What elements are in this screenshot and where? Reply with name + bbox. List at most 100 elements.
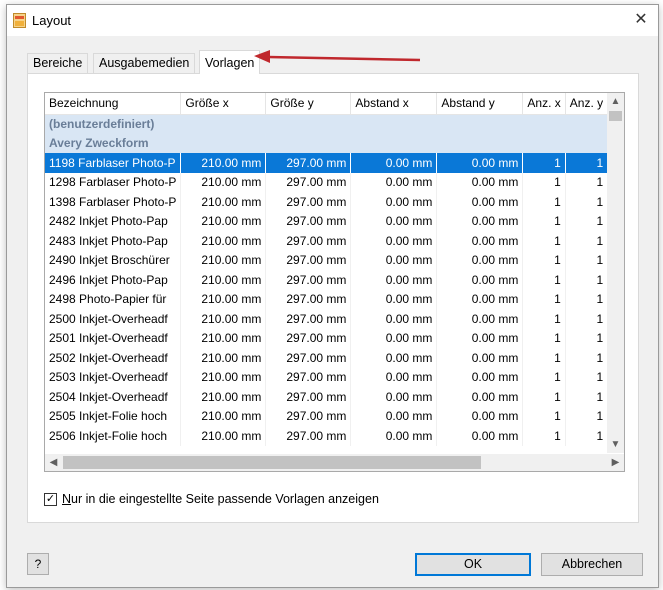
cell-bezeichnung: 1198 Farblaser Photo-P: [45, 153, 182, 173]
layout-dialog: Layout ✕ Bereiche Ausgabemedien Vorlagen…: [6, 4, 659, 588]
cell-anz-y: 1: [565, 328, 609, 348]
table-row[interactable]: 2503 Inkjet-Overheadf 210.00 mm 297.00 mm 0…: [45, 367, 609, 387]
cell-bezeichnung: 2505 Inkjet-Folie hoch: [45, 406, 182, 426]
cell-anz-y: 1: [565, 309, 609, 329]
cell-anz-x: 1: [522, 367, 566, 387]
cell-abstand-y: 0.00 mm: [436, 328, 524, 348]
cell-anz-y: 1: [565, 270, 609, 290]
fit-templates-checkbox[interactable]: ✓: [44, 493, 57, 506]
cell-abstand-y: 0.00 mm: [436, 211, 524, 231]
cell-bezeichnung: 2503 Inkjet-Overheadf: [45, 367, 182, 387]
table-row[interactable]: 2500 Inkjet-Overheadf 210.00 mm 297.00 mm 0…: [45, 309, 609, 329]
cell-bezeichnung: 2500 Inkjet-Overheadf: [45, 309, 182, 329]
cell-anz-y: 1: [565, 367, 609, 387]
help-button[interactable]: ?: [27, 553, 49, 575]
cell-anz-x: 1: [522, 309, 566, 329]
cell-abstand-x: 0.00 mm: [350, 192, 438, 212]
vertical-scrollbar[interactable]: ▲ ▼: [607, 93, 624, 453]
cell-bezeichnung: 2502 Inkjet-Overheadf: [45, 348, 182, 368]
templates-table[interactable]: Bezeichnung Größe x Größe y Abstand x Ab…: [44, 92, 625, 472]
col-header-bezeichnung[interactable]: Bezeichnung: [45, 93, 182, 115]
cell-groesse-y: 297.00 mm: [265, 289, 352, 309]
cell-abstand-x: 0.00 mm: [350, 309, 438, 329]
scroll-right-icon[interactable]: ▶: [607, 454, 624, 471]
cell-anz-y: 1: [565, 387, 609, 407]
cell-groesse-y: 297.00 mm: [265, 231, 352, 251]
close-icon[interactable]: ✕: [630, 9, 652, 31]
cell-abstand-y: 0.00 mm: [436, 348, 524, 368]
cell-abstand-y: 0.00 mm: [436, 270, 524, 290]
cell-anz-y: 1: [565, 153, 609, 173]
col-header-anz-y[interactable]: Anz. y: [565, 93, 609, 115]
cell-groesse-y: 297.00 mm: [265, 309, 352, 329]
table-row[interactable]: 2496 Inkjet Photo-Pap 210.00 mm 297.00 mm 0…: [45, 270, 609, 290]
cell-anz-x: 1: [522, 348, 566, 368]
cell-bezeichnung: 2496 Inkjet Photo-Pap: [45, 270, 182, 290]
cell-anz-x: 1: [522, 328, 566, 348]
cell-abstand-y: 0.00 mm: [436, 387, 524, 407]
horizontal-scrollbar[interactable]: ◀ ▶: [45, 454, 624, 471]
cell-groesse-x: 210.00 mm: [180, 211, 267, 231]
vertical-scroll-thumb[interactable]: [609, 111, 622, 121]
cell-groesse-x: 210.00 mm: [180, 309, 267, 329]
cancel-button[interactable]: Abbrechen: [541, 553, 643, 576]
cell-bezeichnung: 1298 Farblaser Photo-P: [45, 172, 182, 192]
cell-anz-y: 1: [565, 250, 609, 270]
cell-anz-y: 1: [565, 211, 609, 231]
cell-abstand-y: 0.00 mm: [436, 367, 524, 387]
cell-groesse-x: 210.00 mm: [180, 289, 267, 309]
col-header-groesse-x[interactable]: Größe x: [180, 93, 267, 115]
cell-bezeichnung: 1398 Farblaser Photo-P: [45, 192, 182, 212]
cell-groesse-y: 297.00 mm: [265, 211, 352, 231]
cell-groesse-x: 210.00 mm: [180, 172, 267, 192]
table-row[interactable]: 1398 Farblaser Photo-P 210.00 mm 297.00 mm…: [45, 192, 609, 212]
col-header-abstand-y[interactable]: Abstand y: [436, 93, 524, 115]
cell-groesse-x: 210.00 mm: [180, 426, 267, 446]
group-row[interactable]: Avery Zweckform: [45, 133, 609, 153]
table-header: Bezeichnung Größe x Größe y Abstand x Ab…: [45, 93, 609, 115]
cell-anz-x: 1: [522, 192, 566, 212]
col-header-anz-x[interactable]: Anz. x: [522, 93, 566, 115]
group-row[interactable]: (benutzerdefiniert): [45, 114, 609, 134]
tab-ausgabemedien[interactable]: Ausgabemedien: [93, 53, 196, 74]
cell-groesse-y: 297.00 mm: [265, 387, 352, 407]
cell-bezeichnung: 2506 Inkjet-Folie hoch: [45, 426, 182, 446]
fit-templates-label[interactable]: Nur in die eingestellte Seite passende V…: [62, 492, 379, 506]
cell-groesse-x: 210.00 mm: [180, 153, 267, 173]
table-row[interactable]: 1298 Farblaser Photo-P 210.00 mm 297.00 mm…: [45, 172, 609, 192]
title-bar: Layout ✕: [7, 5, 658, 36]
cell-anz-x: 1: [522, 231, 566, 251]
table-row[interactable]: 2502 Inkjet-Overheadf 210.00 mm 297.00 mm 0…: [45, 348, 609, 368]
table-row[interactable]: 2504 Inkjet-Overheadf 210.00 mm 297.00 mm 0…: [45, 387, 609, 407]
scroll-up-icon[interactable]: ▲: [607, 93, 624, 110]
col-header-groesse-y[interactable]: Größe y: [265, 93, 352, 115]
table-row[interactable]: 2482 Inkjet Photo-Pap 210.00 mm 297.00 mm 0…: [45, 211, 609, 231]
table-row[interactable]: 2483 Inkjet Photo-Pap 210.00 mm 297.00 mm 0…: [45, 231, 609, 251]
cell-anz-x: 1: [522, 250, 566, 270]
cell-groesse-y: 297.00 mm: [265, 192, 352, 212]
table-row[interactable]: 2490 Inkjet Broschürer 210.00 mm 297.00 mm…: [45, 250, 609, 270]
cell-bezeichnung: 2490 Inkjet Broschürer: [45, 250, 182, 270]
tab-vorlagen[interactable]: Vorlagen: [199, 50, 261, 74]
cell-abstand-x: 0.00 mm: [350, 289, 438, 309]
table-row[interactable]: 2501 Inkjet-Overheadf 210.00 mm 297.00 mm 0…: [45, 328, 609, 348]
horizontal-scroll-thumb[interactable]: [63, 456, 481, 469]
table-row[interactable]: 2498 Photo-Papier für 210.00 mm 297.00 mm 0…: [45, 289, 609, 309]
table-row[interactable]: 1198 Farblaser Photo-P 210.00 mm 297.00 mm…: [45, 153, 609, 173]
scroll-down-icon[interactable]: ▼: [607, 436, 624, 453]
table-row[interactable]: 2506 Inkjet-Folie hoch 210.00 mm 297.00 mm…: [45, 426, 609, 446]
tab-bereiche[interactable]: Bereiche: [27, 53, 89, 74]
col-header-abstand-x[interactable]: Abstand x: [350, 93, 438, 115]
cell-abstand-x: 0.00 mm: [350, 426, 438, 446]
cell-abstand-x: 0.00 mm: [350, 270, 438, 290]
cell-groesse-y: 297.00 mm: [265, 426, 352, 446]
cell-groesse-x: 210.00 mm: [180, 270, 267, 290]
cell-abstand-y: 0.00 mm: [436, 289, 524, 309]
cell-anz-x: 1: [522, 406, 566, 426]
group-label: Avery Zweckform: [45, 133, 609, 153]
scroll-left-icon[interactable]: ◀: [45, 454, 62, 471]
cell-anz-x: 1: [522, 289, 566, 309]
table-row[interactable]: 2505 Inkjet-Folie hoch 210.00 mm 297.00 mm…: [45, 406, 609, 426]
cell-abstand-x: 0.00 mm: [350, 406, 438, 426]
ok-button[interactable]: OK: [415, 553, 531, 576]
